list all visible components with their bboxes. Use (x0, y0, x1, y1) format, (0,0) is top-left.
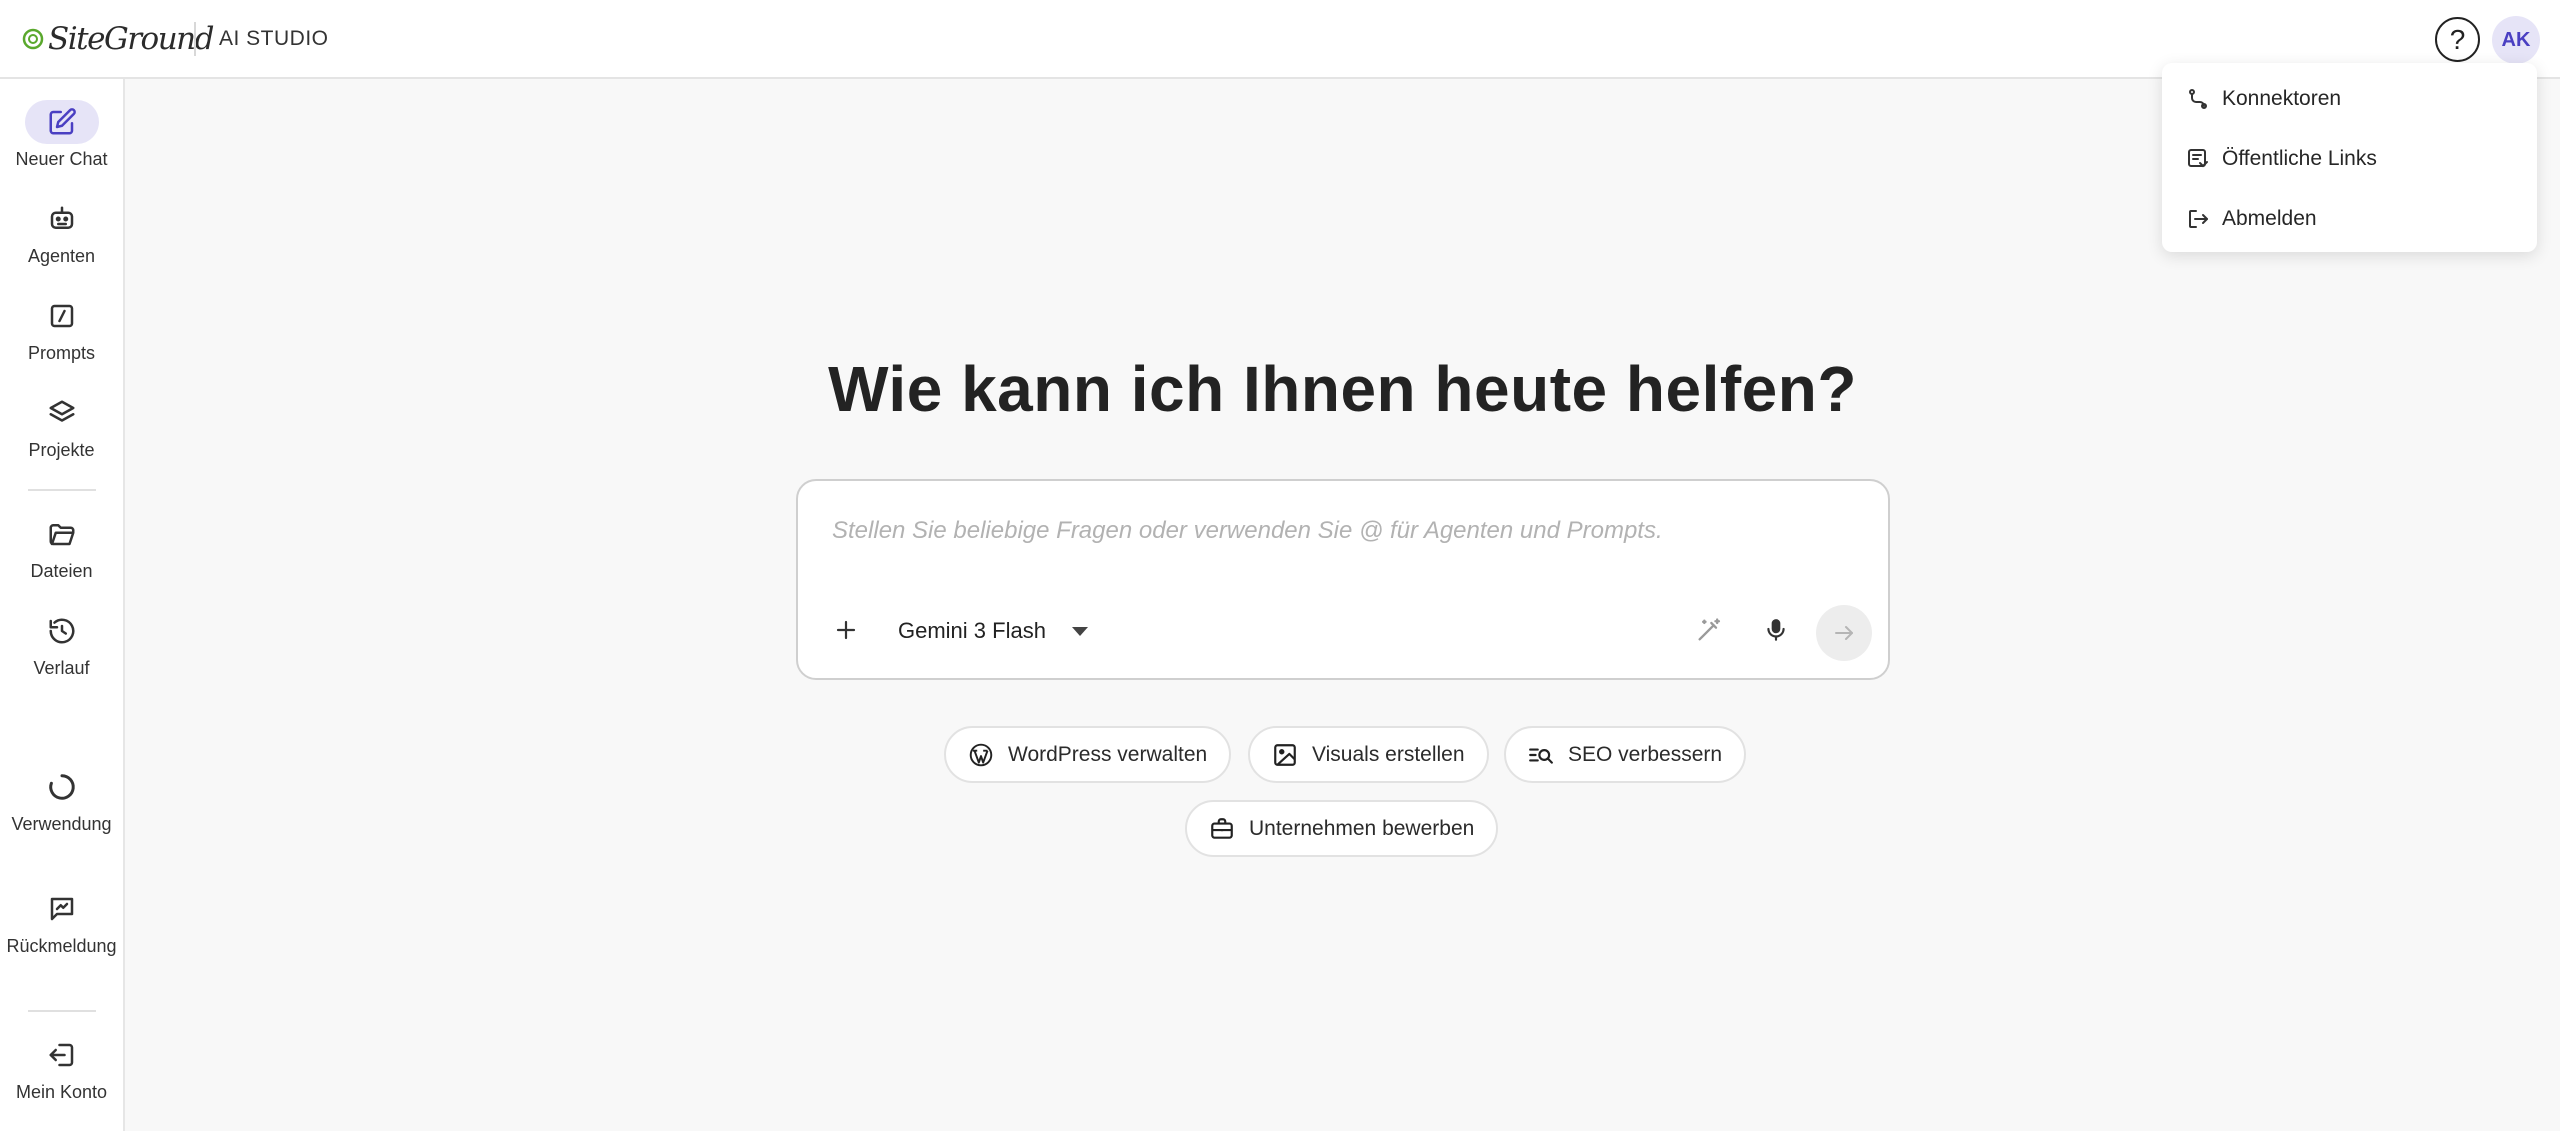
suggestion-label: SEO verbessern (1568, 742, 1723, 766)
sidebar: Neuer Chat Agenten Prompts Projekte Date… (0, 79, 125, 1131)
suggestion-label: Unternehmen bewerben (1249, 816, 1475, 840)
menu-item-public-links[interactable]: Öffentliche Links (2162, 131, 2537, 187)
connector-icon (2189, 89, 2207, 109)
history-icon (25, 609, 99, 653)
magic-wand-icon (1698, 618, 1721, 641)
sidebar-item-label: Projekte (28, 440, 95, 460)
help-icon: ? (2449, 23, 2466, 55)
page-headline: Wie kann ich Ihnen heute helfen? (828, 353, 1857, 425)
seo-search-icon (1529, 748, 1553, 764)
menu-item-label: Konnektoren (2222, 87, 2342, 110)
plus-icon (836, 620, 856, 640)
sidebar-item-label: Dateien (30, 561, 93, 581)
account-dropdown-menu: Konnektoren Öffentliche Links Abmelden (2162, 63, 2537, 252)
sidebar-divider (28, 1010, 96, 1012)
model-selector-value: Gemini 3 Flash (898, 618, 1046, 643)
sidebar-item-agents[interactable]: Agenten (0, 197, 123, 269)
sidebar-item-label: Prompts (27, 343, 96, 363)
add-attachment-button[interactable] (826, 610, 866, 650)
sidebar-item-feedback[interactable]: Rückmeldung (0, 887, 123, 959)
siteground-logo[interactable]: SiteGround (22, 20, 214, 58)
product-name: AI STUDIO (219, 27, 329, 50)
prompt-input[interactable]: Stellen Sie beliebige Fragen oder verwen… (832, 517, 1663, 545)
suggestion-label: Visuals erstellen (1312, 742, 1465, 766)
suggestion-visuals[interactable]: Visuals erstellen (1248, 726, 1489, 783)
menu-item-connectors[interactable]: Konnektoren (2162, 71, 2537, 127)
sidebar-item-label: Neuer Chat (15, 149, 108, 169)
sidebar-item-label: Mein Konto (15, 1082, 108, 1102)
briefcase-icon (1211, 817, 1233, 839)
help-button[interactable]: ? (2435, 17, 2480, 62)
wordpress-icon (969, 743, 993, 766)
sidebar-item-usage[interactable]: Verwendung (0, 765, 123, 837)
suggestion-label: WordPress verwalten (1008, 742, 1208, 766)
arrow-right-icon (1835, 626, 1853, 640)
robot-icon (25, 197, 99, 241)
layers-icon (25, 391, 99, 435)
sidebar-item-label: Verlauf (33, 658, 90, 678)
voice-input-button[interactable] (1756, 610, 1796, 650)
chevron-down-icon (1071, 626, 1088, 636)
account-icon (25, 1033, 99, 1077)
sidebar-item-label: Rückmeldung (6, 936, 117, 956)
sidebar-item-projects[interactable]: Projekte (0, 391, 123, 463)
user-avatar-button[interactable]: AK (2492, 16, 2540, 64)
header-divider (194, 22, 196, 56)
folder-icon (25, 512, 99, 556)
menu-item-label: Abmelden (2222, 207, 2317, 230)
sidebar-item-label: Agenten (27, 246, 96, 266)
sidebar-item-history[interactable]: Verlauf (0, 609, 123, 681)
sidebar-item-prompts[interactable]: Prompts (0, 294, 123, 366)
usage-icon (25, 765, 99, 809)
sidebar-item-label: Verwendung (11, 814, 112, 834)
new-chat-icon (24, 100, 99, 144)
logout-icon (2189, 210, 2208, 228)
sidebar-item-new-chat[interactable]: Neuer Chat (0, 100, 123, 172)
microphone-icon (1767, 619, 1785, 641)
logo-mark-icon (22, 28, 44, 50)
sidebar-divider (28, 489, 96, 491)
image-icon (1274, 743, 1296, 766)
suggestion-promote-business[interactable]: Unternehmen bewerben (1185, 800, 1499, 857)
prompt-slash-icon (25, 294, 99, 338)
menu-item-logout[interactable]: Abmelden (2162, 191, 2537, 247)
logo-text: SiteGround (48, 21, 214, 57)
sidebar-item-my-account[interactable]: Mein Konto (0, 1033, 123, 1105)
menu-item-label: Öffentliche Links (2222, 147, 2377, 170)
sidebar-item-files[interactable]: Dateien (0, 512, 123, 584)
suggestion-seo[interactable]: SEO verbessern (1504, 726, 1747, 783)
prompt-composer: Stellen Sie beliebige Fragen oder verwen… (796, 479, 1890, 680)
feedback-icon (25, 887, 99, 931)
suggestion-wordpress[interactable]: WordPress verwalten (944, 726, 1232, 783)
model-selector[interactable]: Gemini 3 Flash (898, 615, 1088, 647)
send-button[interactable] (1816, 605, 1872, 661)
public-links-icon (2188, 149, 2208, 168)
enhance-prompt-button[interactable] (1689, 610, 1729, 650)
